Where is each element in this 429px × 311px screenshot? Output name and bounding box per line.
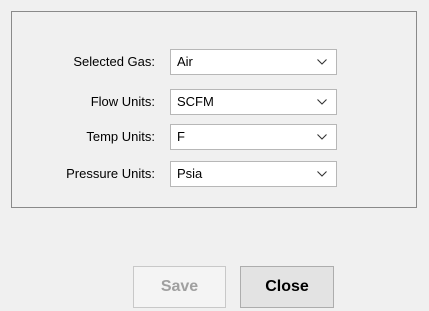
- pressure-units-value: Psia: [177, 166, 203, 181]
- flow-units-label: Flow Units:: [90, 94, 155, 109]
- selected-gas-value: Air: [177, 54, 193, 69]
- selected-gas-row: Selected Gas: Air: [12, 49, 416, 75]
- chevron-down-icon: [317, 134, 327, 140]
- pressure-units-dropdown[interactable]: Psia: [170, 161, 337, 187]
- temp-units-label: Temp Units:: [86, 129, 155, 144]
- flow-units-row: Flow Units: SCFM: [12, 89, 416, 115]
- save-button[interactable]: Save: [133, 266, 226, 308]
- flow-units-value: SCFM: [177, 94, 214, 109]
- flow-units-dropdown[interactable]: SCFM: [170, 89, 337, 115]
- selected-gas-label: Selected Gas:: [73, 54, 155, 69]
- temp-units-row: Temp Units: F: [12, 124, 416, 150]
- chevron-down-icon: [317, 99, 327, 105]
- settings-group-box: Selected Gas: Air Flow Units: SCFM Temp …: [11, 11, 417, 208]
- close-button[interactable]: Close: [240, 266, 334, 308]
- pressure-units-row: Pressure Units: Psia: [12, 161, 416, 187]
- chevron-down-icon: [317, 171, 327, 177]
- temp-units-dropdown[interactable]: F: [170, 124, 337, 150]
- temp-units-value: F: [177, 129, 185, 144]
- pressure-units-label: Pressure Units:: [66, 166, 155, 181]
- selected-gas-dropdown[interactable]: Air: [170, 49, 337, 75]
- chevron-down-icon: [317, 59, 327, 65]
